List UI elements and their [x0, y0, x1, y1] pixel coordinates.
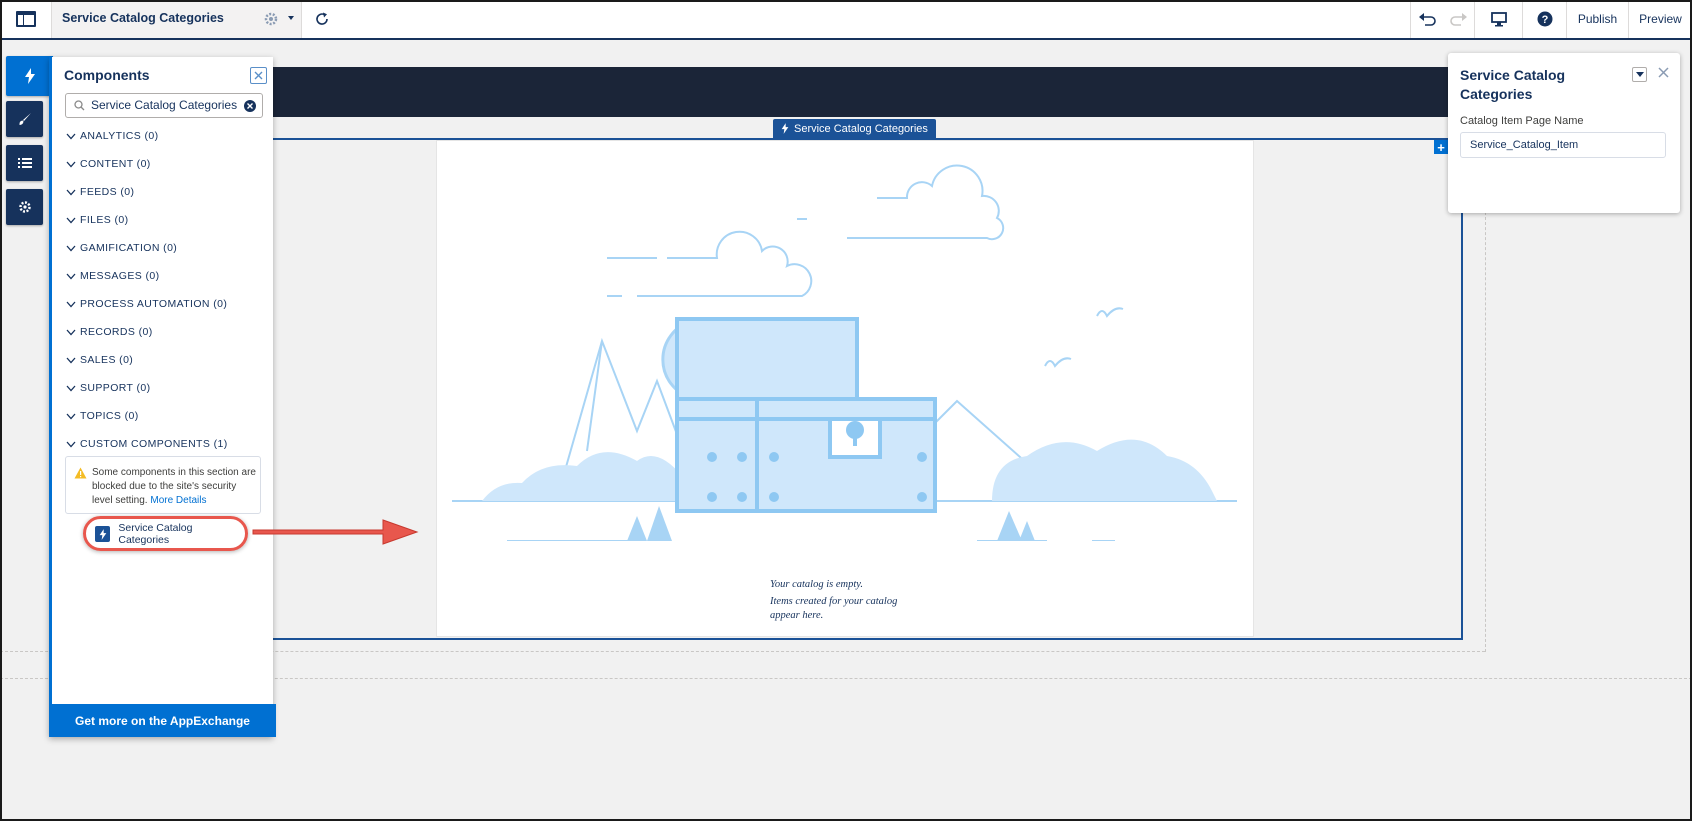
app-launcher-button[interactable] [0, 0, 52, 38]
lightning-icon [781, 123, 789, 134]
category-label: ANALYTICS (0) [80, 130, 159, 142]
chevron-down-icon [66, 357, 76, 363]
empty-catalog-hint-cont: appear here. [770, 610, 824, 621]
brush-icon [18, 113, 31, 125]
component-tag-label: Service Catalog Categories [794, 122, 928, 135]
category-label: MESSAGES (0) [80, 270, 160, 282]
add-component-button[interactable]: + [1434, 140, 1448, 155]
site-header-banner [273, 67, 1548, 117]
chevron-down-icon [66, 329, 76, 335]
category-label: GAMIFICATION (0) [80, 242, 178, 254]
chevron-down-icon [1635, 71, 1644, 77]
chevron-down-icon [66, 161, 76, 167]
chevron-down-icon [66, 217, 76, 223]
list-icon [17, 158, 32, 168]
component-tag[interactable]: Service Catalog Categories [773, 119, 936, 138]
gear-icon [18, 201, 31, 213]
property-panel: Service Catalog Categories Catalog Item … [1448, 53, 1680, 213]
gear-icon[interactable] [263, 11, 279, 27]
refresh-icon[interactable] [313, 10, 331, 28]
category-row[interactable]: FEEDS (0) [66, 184, 134, 200]
callout-arrow-icon [252, 519, 419, 545]
callout-highlight [83, 516, 248, 551]
appexchange-link[interactable]: Get more on the AppExchange [49, 704, 276, 737]
chevron-down-icon[interactable] [286, 13, 296, 23]
close-panel-button[interactable] [250, 67, 267, 84]
device-preview-button[interactable] [1474, 0, 1522, 38]
category-row[interactable]: FILES (0) [66, 212, 129, 228]
page-structure-rail-button[interactable] [6, 145, 43, 181]
preview-button[interactable]: Preview [1628, 0, 1692, 38]
search-icon [74, 100, 85, 111]
chevron-down-icon [66, 245, 76, 251]
components-rail-button[interactable] [6, 56, 53, 96]
category-row[interactable]: RECORDS (0) [66, 324, 153, 340]
security-warning: Some components in this section are bloc… [65, 456, 261, 514]
redo-icon[interactable] [1449, 11, 1468, 27]
catalog-item-page-name-input[interactable] [1460, 132, 1666, 158]
top-toolbar: Service Catalog Categories ? Publish Pre… [0, 0, 1692, 40]
category-row[interactable]: MESSAGES (0) [66, 268, 159, 284]
search-input[interactable] [91, 98, 241, 112]
category-label: SUPPORT (0) [80, 382, 151, 394]
chevron-down-icon [66, 385, 76, 391]
components-panel: Components ANALYTICS (0) CONTENT (0) FEEDS… [49, 57, 276, 737]
category-row[interactable]: CONTENT (0) [66, 156, 151, 172]
category-row[interactable]: CUSTOM COMPONENTS (1) [66, 436, 228, 452]
category-row[interactable]: ANALYTICS (0) [66, 128, 159, 144]
catalog-content-card: Your catalog is empty. Items created for… [436, 140, 1254, 637]
category-label: FILES (0) [80, 214, 129, 226]
category-row[interactable]: SUPPORT (0) [66, 380, 151, 396]
category-row[interactable]: GAMIFICATION (0) [66, 240, 177, 256]
panel-title: Components [64, 67, 150, 83]
desktop-icon [1490, 11, 1507, 26]
svg-text:?: ? [1541, 14, 1548, 26]
chevron-down-icon [66, 413, 76, 419]
undo-redo-group [1410, 0, 1474, 38]
property-panel-title: Service Catalog Categories [1460, 67, 1566, 102]
component-search [65, 93, 263, 118]
empty-catalog-hint: Items created for your catalog [770, 596, 898, 607]
empty-catalog-illustration [452, 164, 1237, 541]
lightning-icon [24, 68, 35, 84]
preview-label: Preview [1639, 12, 1682, 26]
close-icon[interactable] [1658, 67, 1669, 78]
page-title: Service Catalog Categories [62, 11, 224, 25]
more-details-link[interactable]: More Details [150, 495, 206, 506]
category-label: TOPICS (0) [80, 410, 139, 422]
chevron-down-icon [66, 189, 76, 195]
page-selector[interactable]: Service Catalog Categories [52, 0, 302, 38]
category-row[interactable]: SALES (0) [66, 352, 133, 368]
chevron-down-icon [66, 273, 76, 279]
close-icon [254, 71, 263, 80]
category-label: CONTENT (0) [80, 158, 151, 170]
chevron-down-icon [66, 301, 76, 307]
section-divider [1485, 212, 1486, 652]
category-label: PROCESS AUTOMATION (0) [80, 298, 228, 310]
warning-text: Some components in this section are bloc… [92, 466, 258, 508]
category-row[interactable]: PROCESS AUTOMATION (0) [66, 296, 227, 312]
theme-rail-button[interactable] [6, 101, 43, 137]
publish-label: Publish [1577, 12, 1618, 26]
settings-rail-button[interactable] [6, 189, 43, 225]
layout-icon [15, 11, 36, 27]
category-label: RECORDS (0) [80, 326, 153, 338]
category-label: FEEDS (0) [80, 186, 135, 198]
category-label: SALES (0) [80, 354, 134, 366]
chevron-down-icon [66, 133, 76, 139]
help-button[interactable]: ? [1522, 0, 1566, 38]
category-label: CUSTOM COMPONENTS (1) [80, 438, 228, 450]
undo-icon[interactable] [1418, 11, 1436, 27]
help-icon: ? [1537, 11, 1552, 27]
publish-button[interactable]: Publish [1566, 0, 1628, 38]
empty-catalog-message: Your catalog is empty. [770, 579, 863, 590]
warning-icon [74, 467, 87, 479]
property-menu-button[interactable] [1632, 67, 1647, 82]
category-row[interactable]: TOPICS (0) [66, 408, 139, 424]
chevron-down-icon [66, 441, 76, 447]
field-label: Catalog Item Page Name [1460, 115, 1584, 127]
clear-search-icon[interactable] [244, 100, 256, 112]
